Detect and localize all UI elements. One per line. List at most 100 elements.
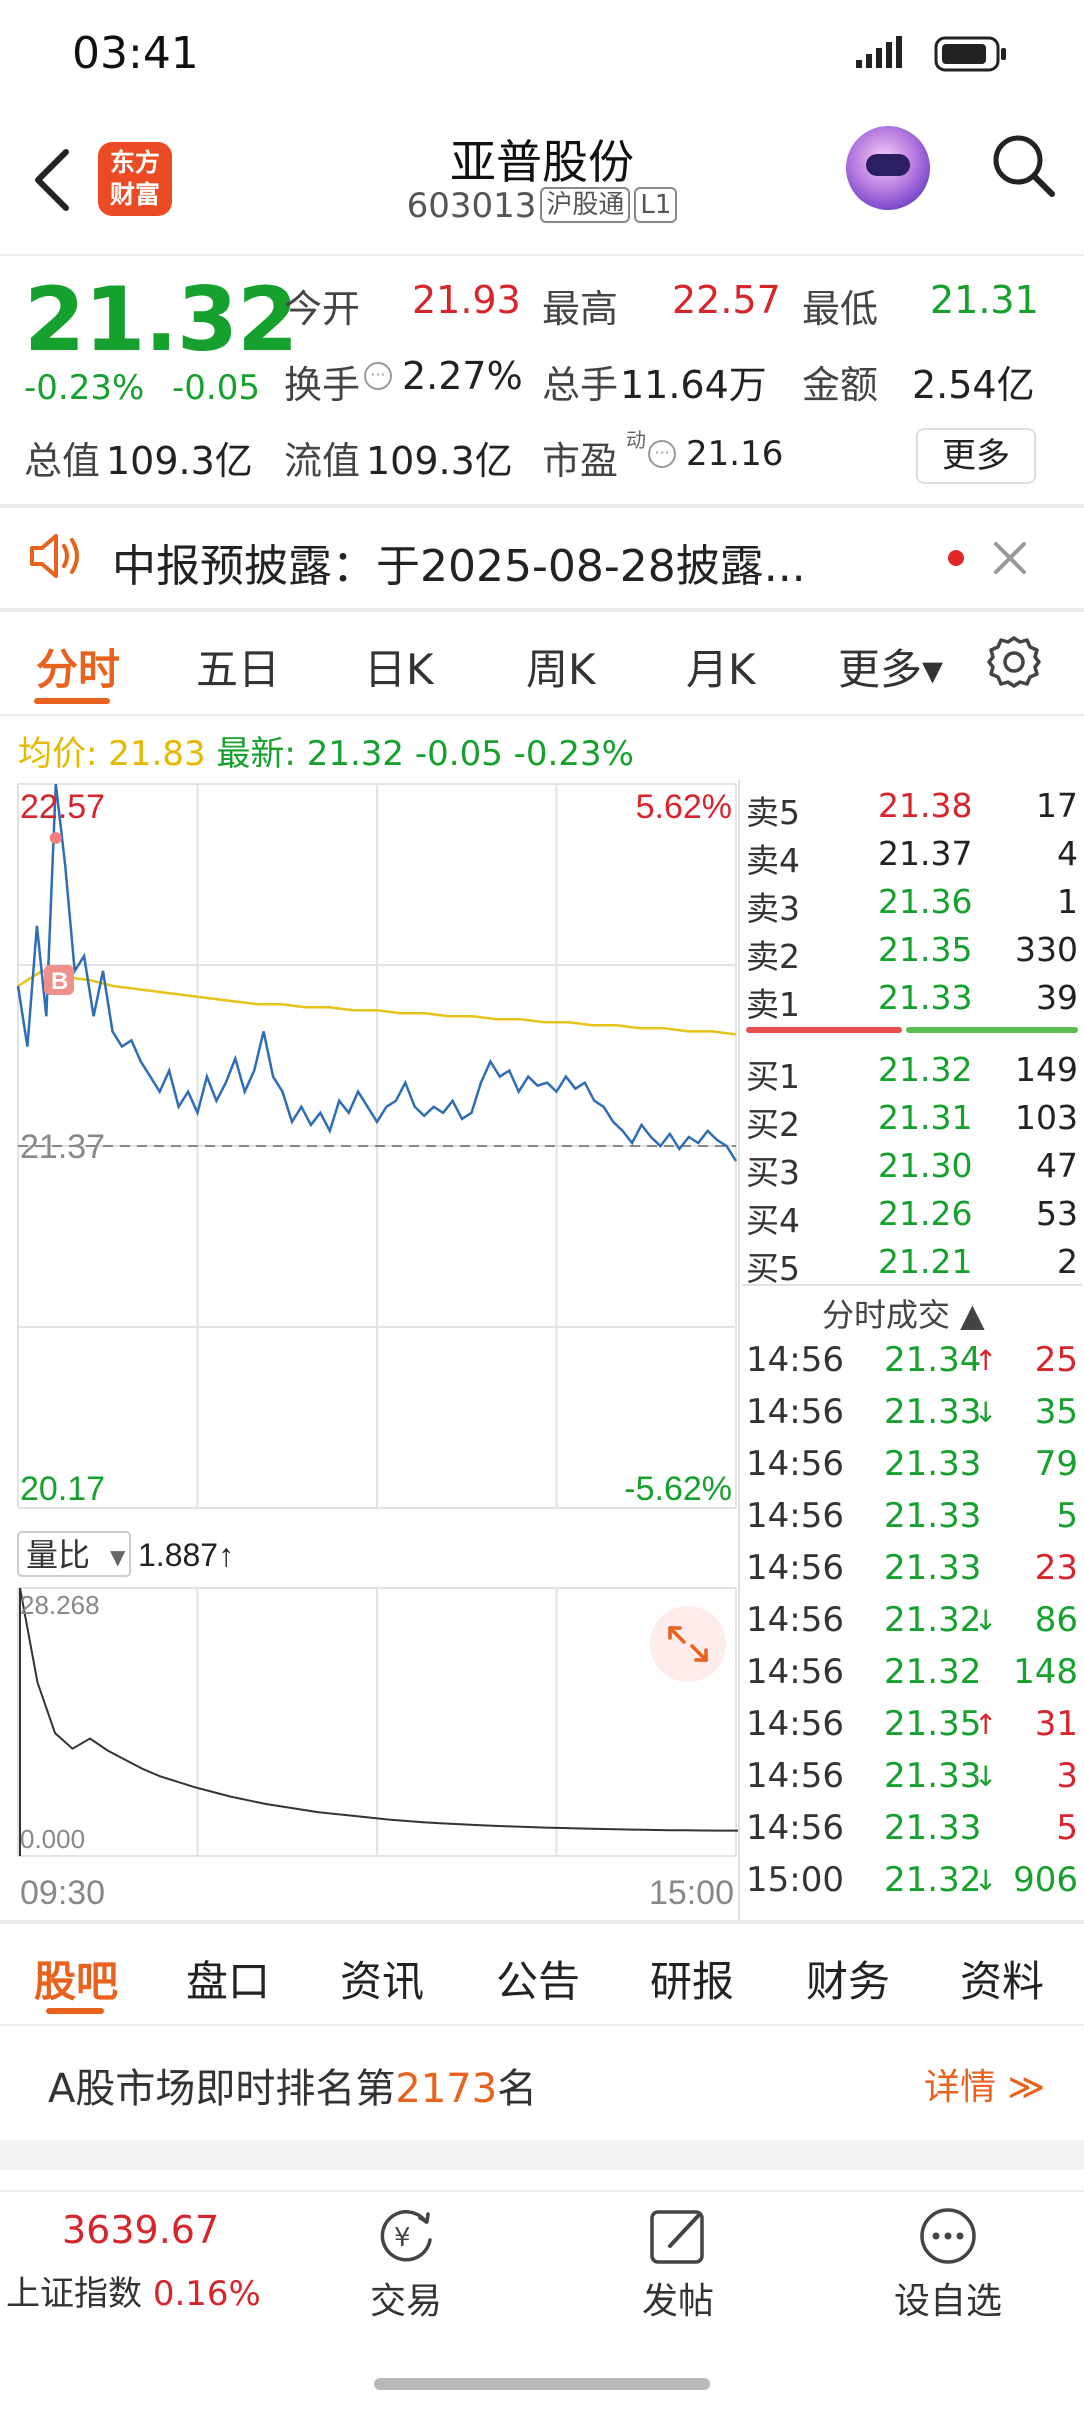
info-icon[interactable]: ···	[364, 362, 392, 390]
bid-level: 买5	[746, 1249, 800, 1288]
ask-volume: 4	[1057, 834, 1078, 873]
post-icon[interactable]	[648, 2206, 710, 2266]
vol-ratio-value: 1.887↑	[138, 1537, 234, 1573]
trade-time: 14:56	[746, 1652, 844, 1692]
stock-code: 603013	[406, 186, 537, 226]
trade-icon[interactable]: ¥	[374, 2206, 438, 2266]
tab-daily-k[interactable]: 日K	[364, 636, 434, 697]
trade-volume: 25	[1034, 1340, 1078, 1380]
ask-price: 21.33	[878, 978, 973, 1017]
bid-row[interactable]: 买2 21.31 103	[742, 1090, 1082, 1144]
ask-row[interactable]: 卖5 21.38 17	[742, 778, 1082, 832]
close-icon[interactable]	[992, 540, 1028, 576]
panel-divider	[738, 780, 740, 1920]
pe-label: 市盈	[542, 439, 619, 483]
high-label: 最高	[542, 287, 619, 331]
ask-row[interactable]: 卖3 21.36 1	[742, 874, 1082, 928]
bid-row[interactable]: 买1 21.32 149	[742, 1042, 1082, 1096]
info-icon[interactable]: ···	[648, 440, 676, 468]
tab-announcements[interactable]: 公告	[496, 1948, 580, 2009]
market-rank: A股市场即时排名第2173名	[48, 2056, 537, 2114]
tab-more[interactable]: 更多▾	[838, 636, 943, 697]
bid-ask-ratio-bar	[742, 1024, 1082, 1036]
ask-level: 卖1	[746, 985, 800, 1024]
trade-price: 21.33	[884, 1496, 982, 1536]
trade-direction-icon: ↓	[974, 1760, 998, 1793]
trade-time: 14:56	[746, 1756, 844, 1796]
pct-label-low: -5.62%	[624, 1470, 732, 1508]
rank-number: 2173	[395, 2066, 498, 2112]
bid-volume: 47	[1036, 1146, 1078, 1185]
bid-volume: 2	[1057, 1242, 1078, 1281]
search-icon[interactable]	[990, 132, 1056, 198]
gear-icon[interactable]	[986, 634, 1042, 690]
signal-icon	[856, 36, 902, 68]
trade-direction-icon: ↓	[974, 1604, 998, 1637]
active-tab-indicator	[46, 2008, 104, 2014]
rank-prefix: A股市场即时排名第	[48, 2066, 396, 2112]
trade-time: 14:56	[746, 1444, 844, 1484]
bid-row[interactable]: 买4 21.26 53	[742, 1186, 1082, 1240]
index-name-row[interactable]: 上证指数 0.16%	[6, 2266, 261, 2315]
mktcap-value: 109.3亿	[106, 439, 253, 483]
avg-value: 21.83	[108, 734, 206, 774]
section-separator	[0, 2140, 1084, 2170]
tab-weekly-k[interactable]: 周K	[526, 636, 596, 697]
trade-price: 21.32	[884, 1860, 982, 1900]
ask-row[interactable]: 卖4 21.37 4	[742, 826, 1082, 880]
trade-price: 21.35	[884, 1704, 982, 1744]
ask-volume: 330	[1015, 930, 1078, 969]
expand-button	[650, 1606, 726, 1682]
vol-ratio-label: 量比	[26, 1536, 90, 1574]
bid-price: 21.21	[878, 1242, 973, 1281]
active-tab-indicator	[34, 698, 110, 704]
robot-visor-icon	[866, 154, 910, 176]
buy-marker-icon: B	[44, 965, 74, 996]
pct-label-high: 5.62%	[636, 788, 732, 826]
tab-news[interactable]: 资讯	[340, 1948, 424, 2009]
float-label: 流值	[284, 439, 361, 483]
nav-post-label[interactable]: 发帖	[608, 2272, 748, 2324]
detail-link[interactable]: 详情 ≫	[924, 2058, 1045, 2110]
nav-watchlist-label[interactable]: 设自选	[878, 2272, 1018, 2324]
bid-row[interactable]: 买3 21.30 47	[742, 1138, 1082, 1192]
trade-volume: 148	[1013, 1652, 1078, 1692]
ask-row[interactable]: 卖1 21.33 39	[742, 970, 1082, 1024]
high-value: 22.57	[672, 278, 781, 322]
trade-price: 21.33	[884, 1756, 982, 1796]
tab-finance[interactable]: 财务	[806, 1948, 890, 2009]
tab-research[interactable]: 研报	[650, 1948, 734, 2009]
notice-text[interactable]: 中报预披露：于2025-08-28披露...	[112, 530, 806, 594]
vol-grid	[17, 1587, 737, 1857]
tab-intraday[interactable]: 分时	[36, 636, 120, 697]
trade-volume: 79	[1034, 1444, 1078, 1484]
svg-text:B: B	[51, 968, 68, 995]
low-label: 最低	[802, 287, 879, 331]
bid-price: 21.26	[878, 1194, 973, 1233]
trade-row: 14:56 21.33 5	[742, 1490, 1082, 1542]
trade-row: 14:56 21.33 5	[742, 1802, 1082, 1854]
tab-monthly-k[interactable]: 月K	[686, 636, 756, 697]
tab-forum[interactable]: 股吧	[34, 1948, 118, 2009]
latest-label: 最新:	[216, 734, 296, 774]
latest-value: 21.32 -0.05 -0.23%	[306, 734, 634, 774]
trade-volume: 5	[1056, 1496, 1078, 1536]
ask-row[interactable]: 卖2 21.35 330	[742, 922, 1082, 976]
vol-ratio-max: 28.268	[20, 1590, 100, 1620]
trade-volume: 35	[1034, 1392, 1078, 1432]
tab-order-flow[interactable]: 盘口	[186, 1948, 270, 2009]
more-dots-icon[interactable]	[918, 2206, 978, 2266]
ask-price: 21.36	[878, 882, 973, 921]
index-value[interactable]: 3639.67	[62, 2208, 219, 2252]
tab-five-day[interactable]: 五日	[196, 636, 280, 697]
trade-price: 21.34	[884, 1340, 982, 1380]
bid-row[interactable]: 买5 21.21 2	[742, 1234, 1082, 1288]
trade-direction-icon: ↓	[974, 1864, 998, 1897]
svg-text:¥: ¥	[394, 2223, 411, 2253]
trades-header[interactable]: 分时成交 ▲	[742, 1290, 1082, 1334]
home-indicator[interactable]	[374, 2378, 710, 2390]
intraday-chart[interactable]: B 22.57 21.37 20.17 5.62% -5.62% 量比 ▼ 1.…	[14, 780, 738, 1910]
tab-profile[interactable]: 资料	[960, 1948, 1044, 2009]
nav-trade-label[interactable]: 交易	[336, 2272, 476, 2324]
more-button[interactable]: 更多	[916, 428, 1036, 484]
